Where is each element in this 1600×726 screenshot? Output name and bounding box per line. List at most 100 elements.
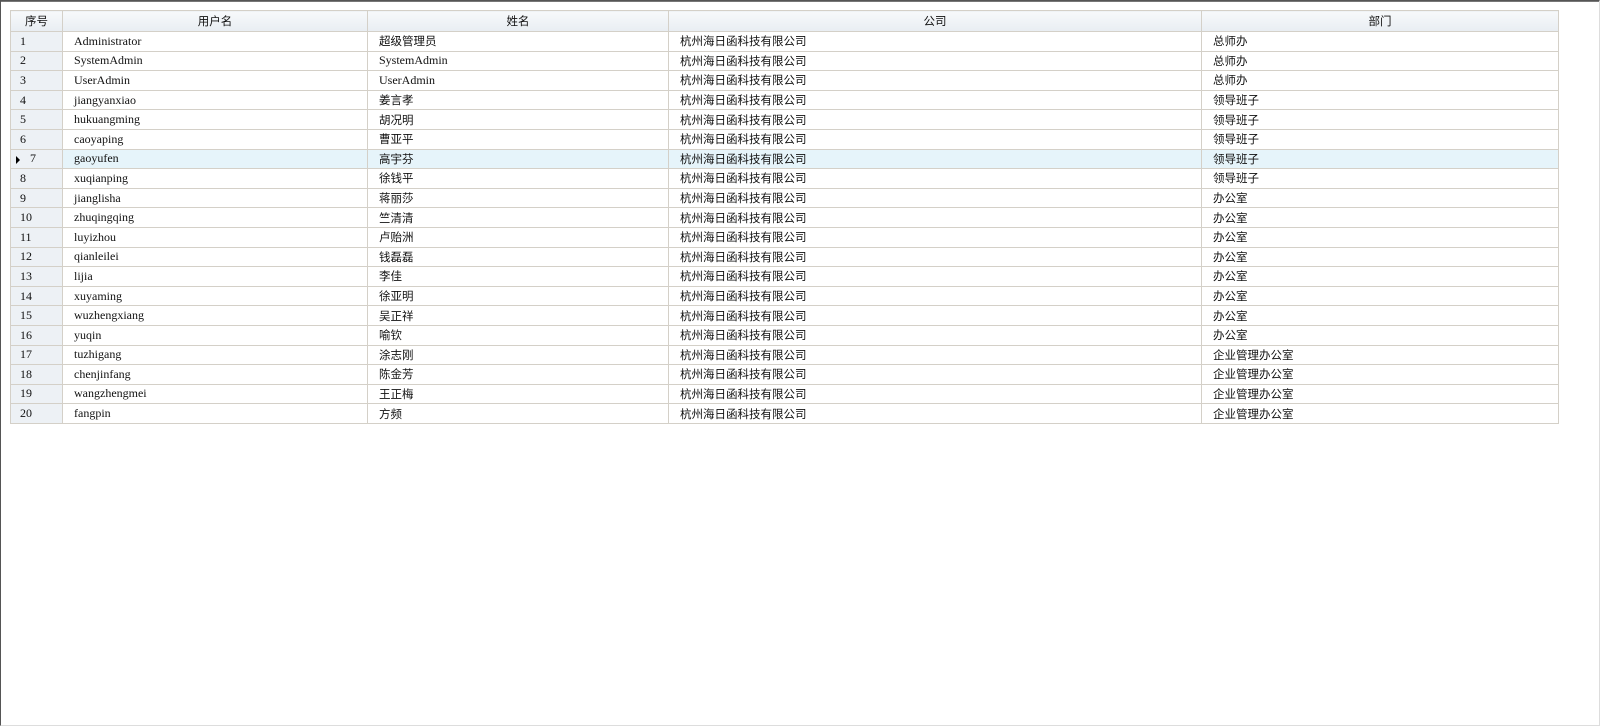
cell-company[interactable]: 杭州海日函科技有限公司 xyxy=(668,168,1202,189)
table-row[interactable]: 19 wangzhengmei 王正梅 杭州海日函科技有限公司 企业管理办公室 xyxy=(10,383,1559,405)
table-row[interactable]: 5 hukuangming 胡况明 杭州海日函科技有限公司 领导班子 xyxy=(10,109,1559,130)
table-row[interactable]: 13 lijia 李佳 杭州海日函科技有限公司 办公室 xyxy=(10,266,1559,287)
cell-company[interactable]: 杭州海日函科技有限公司 xyxy=(668,50,1202,72)
cell-company[interactable]: 杭州海日函科技有限公司 xyxy=(668,344,1202,366)
cell-username[interactable]: wangzhengmei xyxy=(62,383,368,405)
cell-name[interactable]: 曹亚平 xyxy=(367,128,669,150)
cell-username[interactable]: qianleilei xyxy=(62,246,368,268)
cell-company[interactable]: 杭州海日函科技有限公司 xyxy=(668,89,1202,111)
table-row[interactable]: 8 xuqianping 徐钱平 杭州海日函科技有限公司 领导班子 xyxy=(10,168,1559,189)
cell-department[interactable]: 总师办 xyxy=(1201,50,1559,72)
cell-department[interactable]: 办公室 xyxy=(1201,305,1559,326)
cell-username[interactable]: gaoyufen xyxy=(62,148,368,170)
cell-index[interactable]: 1 xyxy=(10,31,63,52)
table-row[interactable]: 4 jiangyanxiao 姜言孝 杭州海日函科技有限公司 领导班子 xyxy=(10,89,1559,111)
table-row[interactable]: 15 wuzhengxiang 吴正祥 杭州海日函科技有限公司 办公室 xyxy=(10,305,1559,326)
cell-name[interactable]: SystemAdmin xyxy=(367,50,669,72)
cell-username[interactable]: hukuangming xyxy=(62,109,368,130)
cell-department[interactable]: 办公室 xyxy=(1201,226,1559,248)
col-header-name[interactable]: 姓名 xyxy=(367,10,669,32)
cell-department[interactable]: 办公室 xyxy=(1201,207,1559,228)
cell-username[interactable]: tuzhigang xyxy=(62,344,368,366)
cell-company[interactable]: 杭州海日函科技有限公司 xyxy=(668,364,1202,385)
cell-department[interactable]: 领导班子 xyxy=(1201,109,1559,130)
cell-department[interactable]: 企业管理办公室 xyxy=(1201,364,1559,385)
table-row[interactable]: 3 UserAdmin UserAdmin 杭州海日函科技有限公司 总师办 xyxy=(10,70,1559,91)
col-header-username[interactable]: 用户名 xyxy=(62,10,368,32)
cell-company[interactable]: 杭州海日函科技有限公司 xyxy=(668,109,1202,130)
cell-department[interactable]: 企业管理办公室 xyxy=(1201,403,1559,424)
cell-index[interactable]: 2 xyxy=(10,50,63,72)
cell-name[interactable]: 胡况明 xyxy=(367,109,669,130)
cell-company[interactable]: 杭州海日函科技有限公司 xyxy=(668,31,1202,52)
cell-company[interactable]: 杭州海日函科技有限公司 xyxy=(668,148,1202,170)
cell-username[interactable]: xuyaming xyxy=(62,285,368,307)
cell-index[interactable]: 17 xyxy=(10,344,63,366)
cell-index[interactable]: 8 xyxy=(10,168,63,189)
cell-index[interactable]: 6 xyxy=(10,128,63,150)
cell-department[interactable]: 办公室 xyxy=(1201,285,1559,307)
cell-username[interactable]: xuqianping xyxy=(62,168,368,189)
table-row[interactable]: 12 qianleilei 钱磊磊 杭州海日函科技有限公司 办公室 xyxy=(10,246,1559,268)
cell-username[interactable]: lijia xyxy=(62,266,368,287)
col-header-index[interactable]: 序号 xyxy=(10,10,63,32)
cell-username[interactable]: UserAdmin xyxy=(62,70,368,91)
cell-name[interactable]: 高宇芬 xyxy=(367,148,669,170)
cell-company[interactable]: 杭州海日函科技有限公司 xyxy=(668,226,1202,248)
cell-name[interactable]: 吴正祥 xyxy=(367,305,669,326)
cell-department[interactable]: 领导班子 xyxy=(1201,89,1559,111)
cell-department[interactable]: 领导班子 xyxy=(1201,128,1559,150)
cell-index[interactable]: 14 xyxy=(10,285,63,307)
cell-department[interactable]: 领导班子 xyxy=(1201,168,1559,189)
cell-department[interactable]: 总师办 xyxy=(1201,70,1559,91)
table-row[interactable]: 20 fangpin 方频 杭州海日函科技有限公司 企业管理办公室 xyxy=(10,403,1559,424)
table-row[interactable]: 2 SystemAdmin SystemAdmin 杭州海日函科技有限公司 总师办 xyxy=(10,50,1559,72)
table-row[interactable]: 10 zhuqingqing 竺清清 杭州海日函科技有限公司 办公室 xyxy=(10,207,1559,228)
cell-department[interactable]: 办公室 xyxy=(1201,324,1559,346)
cell-index[interactable]: 20 xyxy=(10,403,63,424)
cell-username[interactable]: caoyaping xyxy=(62,128,368,150)
cell-index[interactable]: 9 xyxy=(10,187,63,209)
cell-index[interactable]: 12 xyxy=(10,246,63,268)
table-row[interactable]: 6 caoyaping 曹亚平 杭州海日函科技有限公司 领导班子 xyxy=(10,128,1559,150)
cell-name[interactable]: 姜言孝 xyxy=(367,89,669,111)
cell-department[interactable]: 领导班子 xyxy=(1201,148,1559,170)
cell-department[interactable]: 总师办 xyxy=(1201,31,1559,52)
cell-company[interactable]: 杭州海日函科技有限公司 xyxy=(668,324,1202,346)
cell-username[interactable]: SystemAdmin xyxy=(62,50,368,72)
cell-department[interactable]: 办公室 xyxy=(1201,187,1559,209)
cell-index[interactable]: 13 xyxy=(10,266,63,287)
cell-name[interactable]: 蒋丽莎 xyxy=(367,187,669,209)
cell-name[interactable]: 钱磊磊 xyxy=(367,246,669,268)
cell-department[interactable]: 企业管理办公室 xyxy=(1201,344,1559,366)
cell-username[interactable]: chenjinfang xyxy=(62,364,368,385)
cell-name[interactable]: 徐亚明 xyxy=(367,285,669,307)
cell-name[interactable]: 方频 xyxy=(367,403,669,424)
cell-department[interactable]: 办公室 xyxy=(1201,266,1559,287)
table-row[interactable]: 14 xuyaming 徐亚明 杭州海日函科技有限公司 办公室 xyxy=(10,285,1559,307)
col-header-department[interactable]: 部门 xyxy=(1201,10,1559,32)
cell-name[interactable]: UserAdmin xyxy=(367,70,669,91)
cell-department[interactable]: 企业管理办公室 xyxy=(1201,383,1559,405)
cell-index[interactable]: 5 xyxy=(10,109,63,130)
cell-username[interactable]: Administrator xyxy=(62,31,368,52)
cell-name[interactable]: 徐钱平 xyxy=(367,168,669,189)
cell-name[interactable]: 卢贻洲 xyxy=(367,226,669,248)
table-row[interactable]: 9 jianglisha 蒋丽莎 杭州海日函科技有限公司 办公室 xyxy=(10,187,1559,209)
cell-name[interactable]: 李佳 xyxy=(367,266,669,287)
table-row[interactable]: 7 gaoyufen 高宇芬 杭州海日函科技有限公司 领导班子 xyxy=(10,148,1559,170)
cell-index[interactable]: 15 xyxy=(10,305,63,326)
cell-index[interactable]: 11 xyxy=(10,226,63,248)
table-row[interactable]: 11 luyizhou 卢贻洲 杭州海日函科技有限公司 办公室 xyxy=(10,226,1559,248)
cell-username[interactable]: jianglisha xyxy=(62,187,368,209)
cell-company[interactable]: 杭州海日函科技有限公司 xyxy=(668,266,1202,287)
cell-index[interactable]: 4 xyxy=(10,89,63,111)
cell-username[interactable]: luyizhou xyxy=(62,226,368,248)
cell-index[interactable]: 16 xyxy=(10,324,63,346)
cell-index[interactable]: 7 xyxy=(10,148,63,170)
col-header-company[interactable]: 公司 xyxy=(668,10,1202,32)
cell-company[interactable]: 杭州海日函科技有限公司 xyxy=(668,187,1202,209)
cell-company[interactable]: 杭州海日函科技有限公司 xyxy=(668,70,1202,91)
cell-username[interactable]: fangpin xyxy=(62,403,368,424)
cell-username[interactable]: wuzhengxiang xyxy=(62,305,368,326)
